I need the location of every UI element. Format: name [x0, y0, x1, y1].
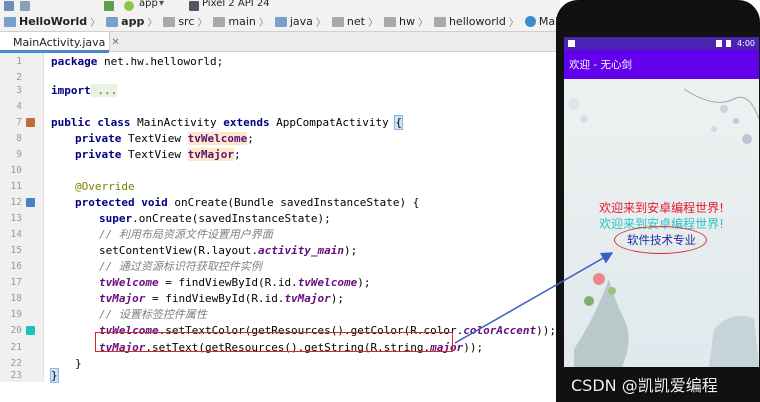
annotation-arrow: [454, 252, 614, 344]
watermark: CSDN @凯凯爱编程: [571, 376, 718, 395]
